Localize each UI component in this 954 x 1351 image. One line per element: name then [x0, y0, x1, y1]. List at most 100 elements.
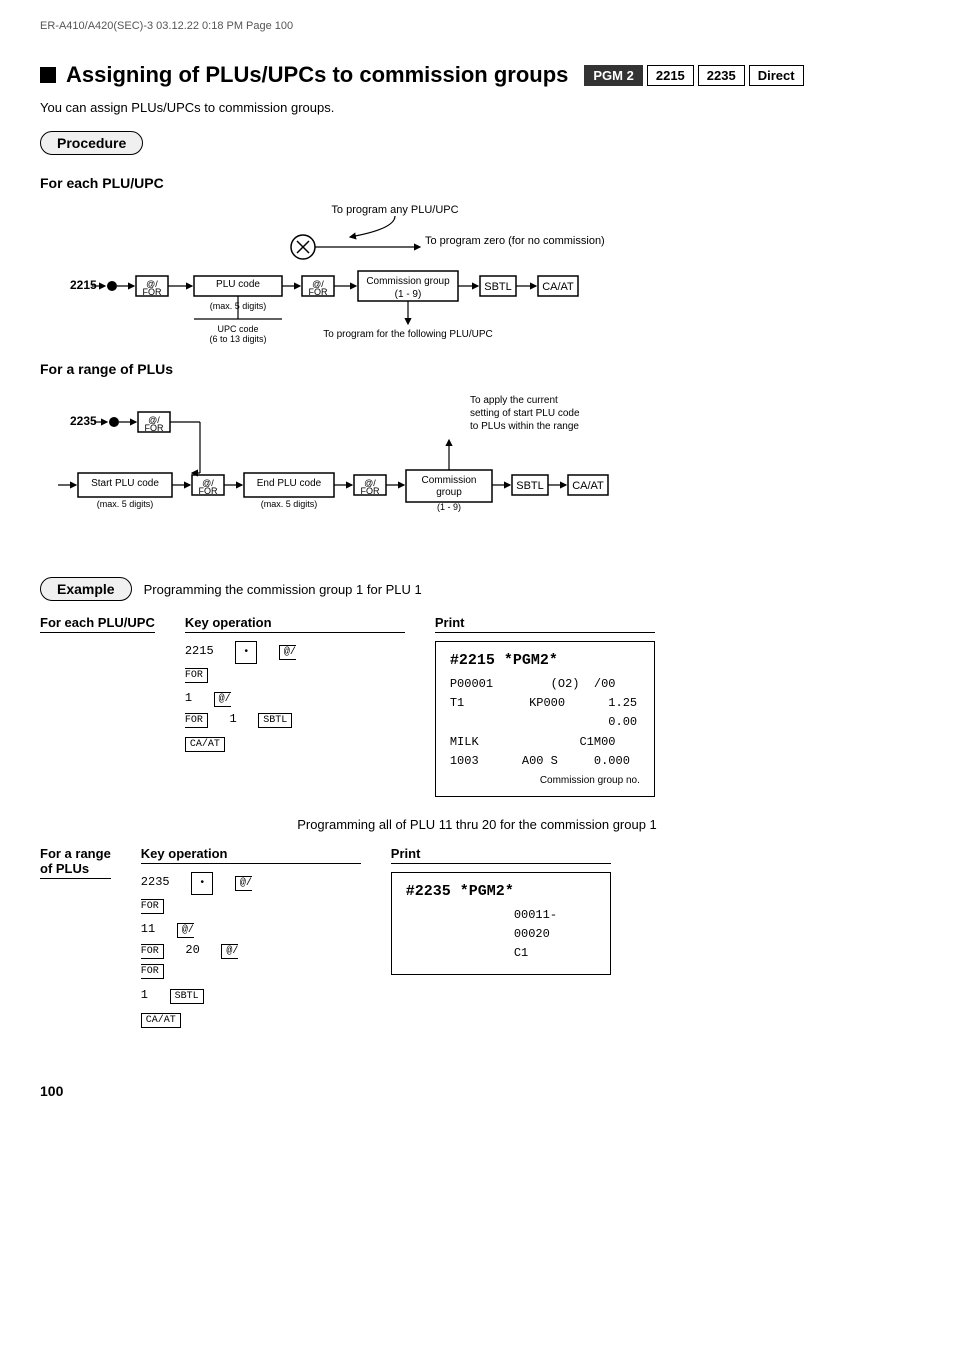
example-col-print: Print #2215 *PGM2* P00001 (O2) /00 T1 KP…: [435, 615, 655, 797]
range-key-line-2: 11 @/FOR 20 @/FOR: [141, 919, 361, 980]
range-print-pgm: #2235 *PGM2*: [406, 883, 596, 900]
print-box-1: #2215 *PGM2* P00001 (O2) /00 T1 KP000 1.…: [435, 641, 655, 797]
print-row-5: 1003 A00 S 0.000: [450, 752, 640, 771]
badge-2215: 2215: [647, 65, 694, 86]
example-description: Programming the commission group 1 for P…: [144, 582, 422, 597]
range-key-line-3: 1 SBTL: [141, 985, 361, 1005]
print-row-4: MILK C1M00: [450, 733, 640, 752]
for-node-2: @/FOR: [185, 692, 231, 727]
key-op-header: Key operation: [185, 615, 405, 633]
print-data-rows: P00001 (O2) /00 T1 KP000 1.25 0.00 MILK …: [450, 675, 640, 771]
svg-text:(1 - 9): (1 - 9): [437, 502, 461, 512]
svg-text:FOR: FOR: [145, 423, 164, 433]
badge-direct: Direct: [749, 65, 804, 86]
page-title: Assigning of PLUs/UPCs to commission gro…: [66, 62, 568, 88]
col-each-label: For each PLU/UPC: [40, 615, 155, 633]
key-op-line-3: CA/AT: [185, 733, 405, 753]
svg-text:FOR: FOR: [143, 287, 162, 297]
print-row-1: P00001 (O2) /00: [450, 675, 640, 694]
svg-text:UPC code: UPC code: [217, 324, 258, 334]
svg-text:2235: 2235: [70, 414, 97, 428]
svg-text:(1 - 9): (1 - 9): [395, 289, 422, 300]
svg-text:CA/AT: CA/AT: [542, 281, 574, 293]
svg-text:(6 to 13 digits): (6 to 13 digits): [209, 334, 266, 344]
range-label: For a range of PLUs: [40, 846, 111, 879]
range-print-row-2: 00020: [406, 925, 596, 944]
svg-text:Start PLU code: Start PLU code: [91, 478, 159, 489]
range-print-header-label: Print: [391, 846, 611, 864]
svg-text:SBTL: SBTL: [516, 480, 544, 492]
range-col-label: For a range of PLUs: [40, 846, 111, 1029]
page-header: ER-A410/A420(SEC)-3 03.12.22 0:18 PM Pag…: [40, 20, 914, 32]
example-range-section: For a range of PLUs Key operation 2235 •…: [40, 846, 914, 1029]
range-label-1: For a range: [40, 846, 111, 861]
range-plu-diagram: 2235 @/ FOR To apply the current setting…: [40, 385, 914, 563]
key-op-content: 2215 • @/FOR 1 @/FOR 1 SBTL CA/AT: [185, 641, 405, 754]
procedure-label: Procedure: [40, 131, 143, 155]
example-label: Example: [40, 577, 132, 601]
svg-text:End PLU code: End PLU code: [257, 478, 322, 489]
svg-text:FOR: FOR: [309, 287, 328, 297]
svg-text:2215: 2215: [70, 278, 97, 292]
dot-node: •: [235, 641, 257, 664]
svg-text:FOR: FOR: [361, 486, 380, 496]
svg-text:(max. 5 digits): (max. 5 digits): [97, 499, 154, 509]
range-key-op-content: 2235 • @/FOR 11 @/FOR 20 @/FOR 1 SBTL CA…: [141, 872, 361, 1029]
plu-upc-svg: To program any PLU/UPC To program zero (…: [40, 199, 900, 344]
print-box-2: #2235 *PGM2* 00011- 00020 C1: [391, 872, 611, 975]
svg-text:group: group: [436, 487, 462, 498]
meta-text: ER-A410/A420(SEC)-3 03.12.22 0:18 PM Pag…: [40, 20, 914, 32]
commission-note-text: Commission group no.: [540, 775, 640, 786]
example-col-label: For each PLU/UPC: [40, 615, 155, 797]
range-print-row-3: C1: [406, 944, 596, 963]
svg-text:Commission group: Commission group: [366, 276, 450, 287]
sbtl-node: SBTL: [258, 713, 292, 728]
badge-2235: 2235: [698, 65, 745, 86]
page-number: 100: [40, 1083, 63, 1099]
svg-text:To program any PLU/UPC: To program any PLU/UPC: [331, 204, 458, 216]
range-dot-node: •: [191, 872, 213, 895]
commission-note-area: Commission group no.: [450, 775, 640, 786]
subtitle-text: You can assign PLUs/UPCs to commission g…: [40, 100, 914, 115]
example-each-plu-section: For each PLU/UPC Key operation 2215 • @/…: [40, 615, 914, 797]
section-header: Assigning of PLUs/UPCs to commission gro…: [40, 62, 914, 88]
key-op-line-1: 2215 • @/FOR: [185, 641, 405, 684]
svg-text:setting of start PLU code: setting of start PLU code: [470, 408, 580, 419]
print-row-3: 0.00: [450, 713, 640, 732]
svg-text:CA/AT: CA/AT: [572, 480, 604, 492]
svg-text:To apply the current: To apply the current: [470, 395, 558, 406]
range-col-print: Print #2235 *PGM2* 00011- 00020 C1: [391, 846, 611, 1029]
badge-pgm2: PGM 2: [584, 65, 642, 86]
example-section-header: Example Programming the commission group…: [40, 577, 914, 601]
range-label-2: of PLUs: [40, 861, 89, 876]
range-print-rows: 00011- 00020 C1: [406, 906, 596, 964]
caat-node: CA/AT: [185, 737, 225, 752]
range-plu-svg: 2235 @/ FOR To apply the current setting…: [40, 385, 840, 560]
example-col-key-op: Key operation 2215 • @/FOR 1 @/FOR 1 SBT…: [185, 615, 405, 797]
key-op-line-2: 1 @/FOR 1 SBTL: [185, 688, 405, 729]
svg-text:To program zero (for no commis: To program zero (for no commission): [425, 235, 605, 247]
svg-text:to PLUs within the range: to PLUs within the range: [470, 421, 579, 432]
plu-upc-diagram: To program any PLU/UPC To program zero (…: [40, 199, 914, 347]
svg-text:(max. 5 digits): (max. 5 digits): [261, 499, 318, 509]
range-print-row-1: 00011-: [406, 906, 596, 925]
svg-text:PLU code: PLU code: [216, 279, 260, 290]
svg-text:SBTL: SBTL: [484, 281, 512, 293]
svg-text:To program for the following P: To program for the following PLU/UPC: [323, 329, 493, 340]
range-col-key-op: Key operation 2235 • @/FOR 11 @/FOR 20 @…: [141, 846, 361, 1029]
range-key-line-4: CA/AT: [141, 1009, 361, 1029]
title-square-icon: [40, 67, 56, 83]
footer-area: 100: [40, 1049, 914, 1109]
print-pgm-header: #2215 *PGM2*: [450, 652, 640, 669]
range-caat-node: CA/AT: [141, 1013, 181, 1028]
svg-text:Commission: Commission: [421, 475, 476, 486]
print-row-2: T1 KP000 1.25: [450, 694, 640, 713]
example2-description: Programming all of PLU 11 thru 20 for th…: [40, 817, 914, 832]
section1-title: For each PLU/UPC: [40, 175, 914, 191]
svg-text:FOR: FOR: [199, 486, 218, 496]
range-for-node-2: @/FOR: [141, 923, 194, 958]
print-header-label: Print: [435, 615, 655, 633]
section2-title: For a range of PLUs: [40, 361, 914, 377]
range-sbtl-node: SBTL: [170, 989, 204, 1004]
range-key-op-header: Key operation: [141, 846, 361, 864]
